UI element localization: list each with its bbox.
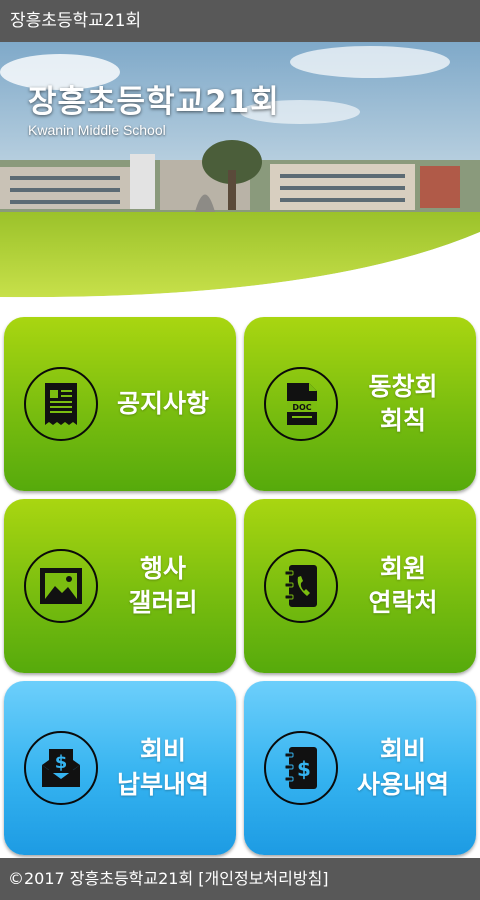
gallery-picture-icon: [24, 549, 98, 623]
hero-title: 장흥초등학교21회: [28, 84, 280, 120]
member-contacts-label: 회원 연락처: [368, 554, 438, 617]
notice-button[interactable]: 공지사항: [4, 317, 236, 491]
member-contacts-button[interactable]: 회원 연락처: [244, 499, 476, 673]
alumni-rules-button[interactable]: DOC 동창회 회칙: [244, 317, 476, 491]
hero-subtitle: Kwanin Middle School: [28, 122, 166, 138]
app-title: 장흥초등학교21회: [10, 11, 142, 31]
event-gallery-button[interactable]: 행사 갤러리: [4, 499, 236, 673]
phone-book-icon: [264, 549, 338, 623]
notice-label: 공지사항: [116, 389, 209, 418]
svg-text:$: $: [297, 757, 311, 781]
dues-payment-button[interactable]: $ 회비 납부내역: [4, 681, 236, 855]
alumni-rules-label: 동창회 회칙: [368, 372, 438, 435]
footer-bar: ©2017 장흥초등학교21회 [개인정보처리방침]: [0, 858, 480, 900]
notice-document-icon: [24, 367, 98, 441]
dues-usage-label: 회비 사용내역: [356, 736, 449, 799]
app-title-bar: 장흥초등학교21회: [0, 0, 480, 42]
event-gallery-label: 행사 갤러리: [128, 554, 198, 617]
copyright-text: ©2017 장흥초등학교21회: [8, 869, 199, 888]
dollar-envelope-icon: $: [24, 731, 98, 805]
dues-payment-label: 회비 납부내역: [116, 736, 209, 799]
privacy-policy-link[interactable]: [개인정보처리방침]: [198, 869, 328, 888]
dollar-notebook-icon: $: [264, 731, 338, 805]
hero-banner: 장흥초등학교21회 Kwanin Middle School: [0, 42, 480, 310]
doc-file-icon: DOC: [264, 367, 338, 441]
svg-text:DOC: DOC: [292, 403, 311, 412]
svg-text:$: $: [55, 752, 68, 773]
dues-usage-button[interactable]: $ 회비 사용내역: [244, 681, 476, 855]
